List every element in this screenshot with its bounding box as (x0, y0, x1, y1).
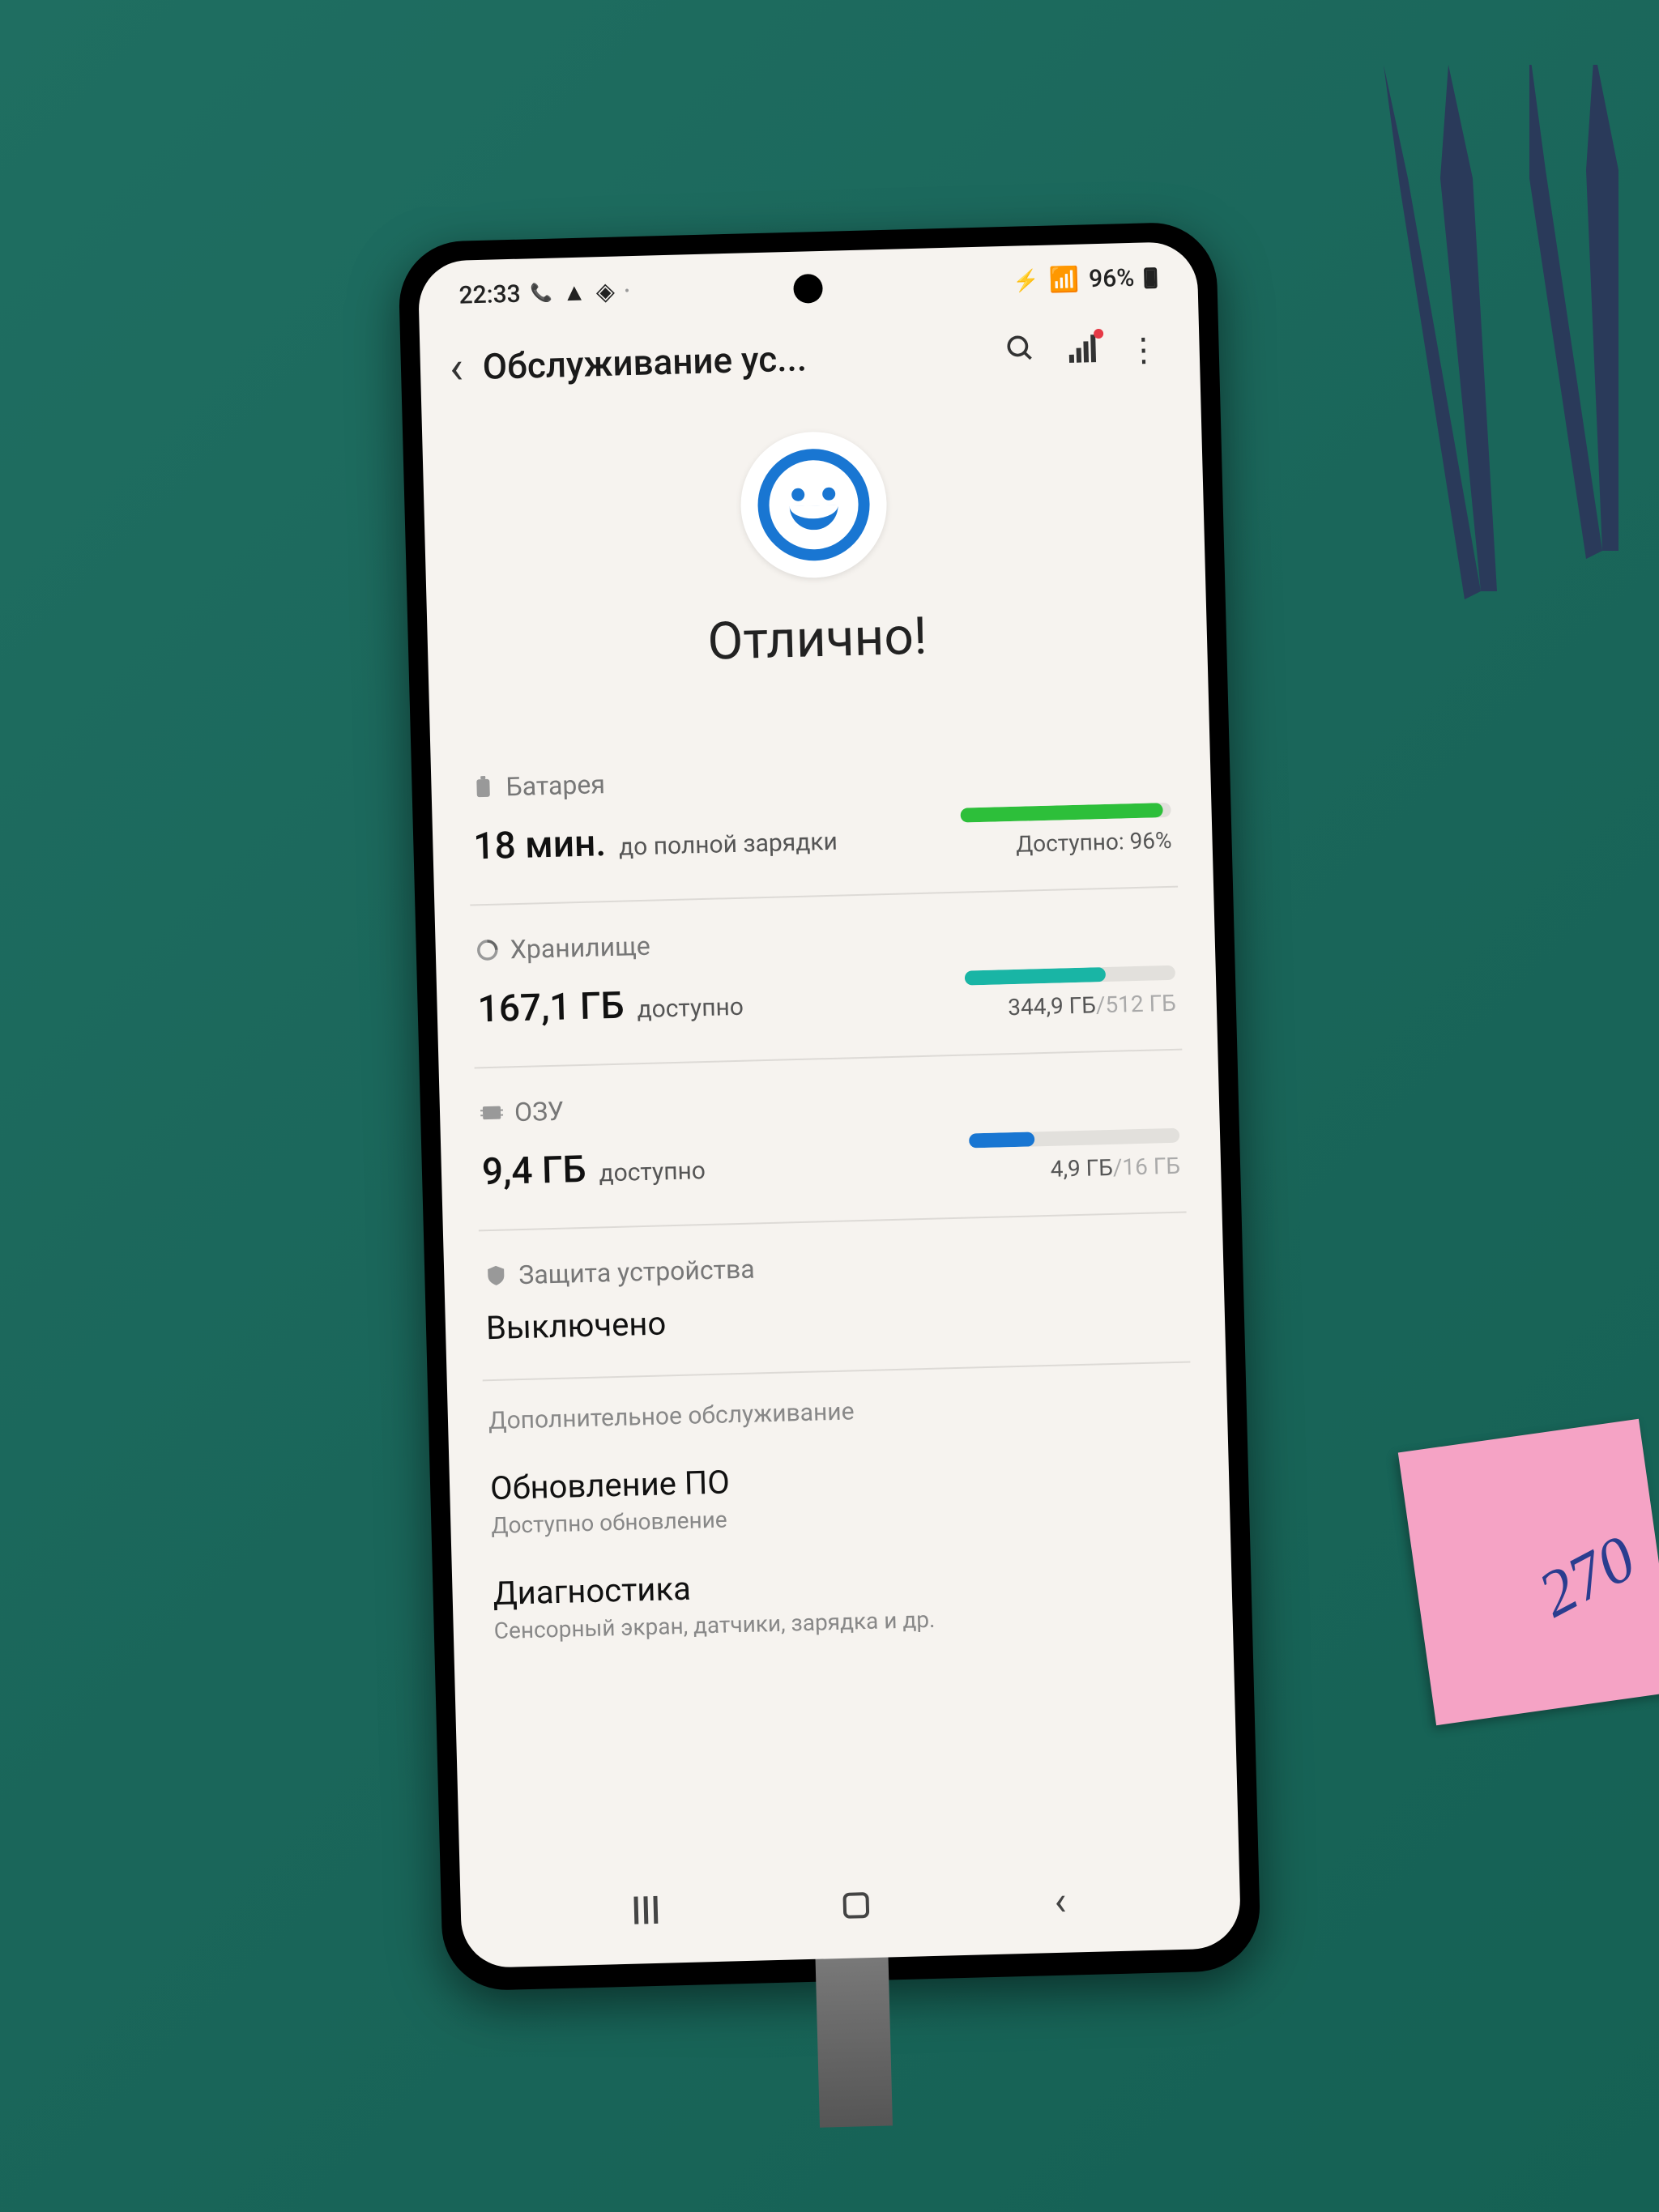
ram-suffix: доступно (599, 1156, 706, 1187)
software-update-item[interactable]: Обновление ПО Доступно обновление (484, 1433, 1195, 1557)
storage-used: 344,9 ГБ (1008, 991, 1096, 1021)
ram-value: 9,4 ГБ (481, 1147, 586, 1193)
back-button[interactable]: ‹ (444, 340, 469, 394)
statistics-button[interactable] (1058, 331, 1106, 371)
front-camera (793, 273, 823, 303)
status-time: 22:33 (458, 279, 521, 309)
battery-section[interactable]: Батарея 18 мин. до полной зарядки Доступ… (466, 724, 1178, 906)
warning-icon: ▲ (562, 278, 587, 307)
protection-section[interactable]: Защита устройства Выключено (479, 1213, 1191, 1381)
status-smiley-icon (739, 429, 889, 579)
ram-section-icon (480, 1101, 504, 1124)
notification-dot-icon (1094, 328, 1103, 338)
battery-label: Батарея (505, 769, 605, 802)
home-button[interactable] (842, 1887, 869, 1926)
ram-section[interactable]: ОЗУ 9,4 ГБ доступно 4,9 ГБ/16 ГБ (475, 1050, 1187, 1231)
storage-section[interactable]: Хранилище 167,1 ГБ доступно 344,9 ГБ/512… (470, 887, 1182, 1068)
ram-total: /16 ГБ (1112, 1152, 1180, 1180)
status-battery: 96% (1089, 263, 1135, 292)
status-text: Отлично! (706, 605, 928, 671)
volte-icon: 📞 (530, 283, 552, 304)
hero-section: Отлично! (421, 389, 1209, 719)
diagnostics-item[interactable]: Диагностика Сенсорный экран, датчики, за… (487, 1538, 1197, 1662)
phone-screen: 22:33 📞 ▲ ◈ • ⚡ 📶 96% ‹ Обслуживание ус.… (418, 241, 1242, 1967)
storage-progress (965, 965, 1175, 985)
device-care-list: Батарея 18 мин. до полной зарядки Доступ… (429, 699, 1239, 1879)
ram-progress (969, 1127, 1179, 1148)
protection-status: Выключено (485, 1290, 1184, 1347)
shield-icon (484, 1264, 508, 1287)
more-notifications-icon: • (625, 283, 630, 300)
storage-total: /512 ГБ (1095, 989, 1176, 1018)
battery-section-icon (471, 775, 495, 799)
tweezers-icon (1319, 65, 1643, 632)
wifi-icon: ◈ (595, 277, 615, 306)
storage-suffix: доступно (637, 992, 744, 1023)
battery-icon (1144, 266, 1158, 288)
go-back-button[interactable]: ‹ (1054, 1877, 1068, 1924)
storage-value: 167,1 ГБ (477, 983, 625, 1031)
battery-progress (960, 802, 1171, 822)
battery-available-text: Доступно: 96% (1016, 826, 1172, 857)
battery-charging-icon: ⚡ (1013, 268, 1039, 293)
search-button[interactable] (996, 332, 1044, 373)
more-options-button[interactable]: ⋮ (1120, 330, 1167, 369)
battery-value: 18 мин. (473, 820, 607, 867)
sticky-note: 270 (1398, 1419, 1659, 1725)
ram-label: ОЗУ (514, 1095, 565, 1127)
battery-suffix: до полной зарядки (619, 827, 838, 861)
storage-label: Хранилище (510, 930, 650, 965)
protection-label: Защита устройства (518, 1253, 755, 1290)
recents-button[interactable] (634, 1893, 659, 1932)
signal-icon: 📶 (1048, 265, 1079, 294)
ram-used: 4,9 ГБ (1050, 1153, 1113, 1182)
storage-section-icon (476, 938, 499, 961)
page-title: Обслуживание ус... (482, 332, 983, 387)
phone-device: 22:33 📞 ▲ ◈ • ⚡ 📶 96% ‹ Обслуживание ус.… (398, 221, 1261, 1992)
sticky-note-text: 270 (1527, 1522, 1648, 1633)
